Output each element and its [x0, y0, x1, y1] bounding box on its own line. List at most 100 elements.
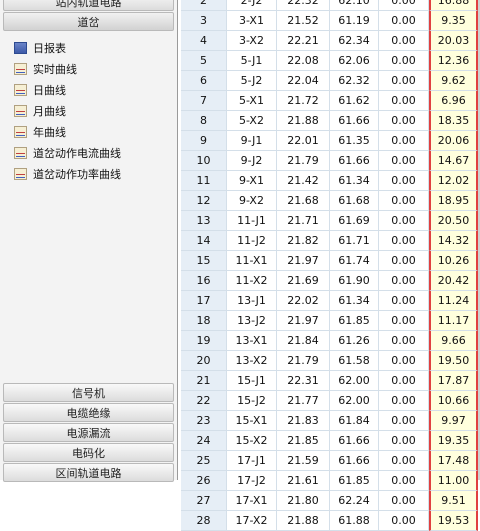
section-header-label: 区间轨道电路: [55, 467, 122, 480]
table-row[interactable]: 28 17-X2 21.88 61.88 0.00 19.53: [181, 511, 480, 531]
value-cell: 0.00: [379, 231, 429, 251]
row-number-cell: 23: [181, 411, 227, 431]
device-name-cell: 11-J2: [227, 231, 277, 251]
value-cell: 21.71: [277, 211, 330, 231]
device-name-cell: 5-X1: [227, 91, 277, 111]
value-cell: 61.35: [330, 131, 379, 151]
row-number-cell: 19: [181, 331, 227, 351]
value-cell: 0.00: [379, 91, 429, 111]
row-number-cell: 8: [181, 111, 227, 131]
table-row[interactable]: 20 13-X2 21.79 61.58 0.00 19.50: [181, 351, 480, 371]
table-row[interactable]: 15 11-X1 21.97 61.74 0.00 10.26: [181, 251, 480, 271]
device-name-cell: 13-J1: [227, 291, 277, 311]
row-number-cell: 17: [181, 291, 227, 311]
row-number-cell: 16: [181, 271, 227, 291]
value-cell: 21.77: [277, 391, 330, 411]
value-cell: 0.00: [379, 371, 429, 391]
row-number-cell: 25: [181, 451, 227, 471]
table-row[interactable]: 11 9-X1 21.42 61.34 0.00 12.02: [181, 171, 480, 191]
value-cell: 0.00: [379, 511, 429, 531]
value-cell: 62.32: [330, 71, 379, 91]
table-row[interactable]: 12 9-X2 21.68 61.68 0.00 18.95: [181, 191, 480, 211]
table-row[interactable]: 7 5-X1 21.72 61.62 0.00 6.96: [181, 91, 480, 111]
table-row[interactable]: 14 11-J2 21.82 61.71 0.00 14.32: [181, 231, 480, 251]
section-header-label: 电源漏流: [66, 427, 111, 440]
table-row[interactable]: 24 15-X2 21.85 61.66 0.00 19.35: [181, 431, 480, 451]
table-row[interactable]: 17 13-J1 22.02 61.34 0.00 11.24: [181, 291, 480, 311]
table-row[interactable]: 3 3-X1 21.52 61.19 0.00 9.35: [181, 11, 480, 31]
tree-item-label: 道岔动作功率曲线: [33, 167, 121, 181]
table-row[interactable]: 10 9-J2 21.79 61.66 0.00 14.67: [181, 151, 480, 171]
tree-item[interactable]: 年曲线: [0, 121, 177, 142]
section-header[interactable]: 电码化: [3, 443, 174, 462]
value-cell: 22.02: [277, 291, 330, 311]
value-cell: 21.82: [277, 231, 330, 251]
section-header-station-track-circuit[interactable]: 站内轨道电路: [3, 0, 174, 11]
section-header[interactable]: 区间轨道电路: [3, 463, 174, 482]
value-cell: 0.00: [379, 71, 429, 91]
value-cell: 0.00: [379, 451, 429, 471]
tree-item[interactable]: 日报表: [0, 37, 177, 58]
curve-icon: [14, 146, 27, 159]
tree-item-label: 日曲线: [33, 83, 66, 97]
value-cell: 21.97: [277, 251, 330, 271]
table-row[interactable]: 23 15-X1 21.83 61.84 0.00 9.97: [181, 411, 480, 431]
tree-item[interactable]: 道岔动作电流曲线: [0, 142, 177, 163]
tree-item[interactable]: 道岔动作功率曲线: [0, 163, 177, 184]
value-cell: 0.00: [379, 251, 429, 271]
value-cell: 21.68: [277, 191, 330, 211]
table-row[interactable]: 2 2-J2 22.32 62.10 0.00 16.88: [181, 0, 480, 11]
tree-item[interactable]: 日曲线: [0, 79, 177, 100]
highlight-value-cell: 11.00: [429, 471, 478, 491]
device-name-cell: 5-J1: [227, 51, 277, 71]
table-row[interactable]: 16 11-X2 21.69 61.90 0.00 20.42: [181, 271, 480, 291]
table-row[interactable]: 6 5-J2 22.04 62.32 0.00 9.62: [181, 71, 480, 91]
value-cell: 0.00: [379, 191, 429, 211]
device-name-cell: 17-X1: [227, 491, 277, 511]
curve-icon: [14, 125, 27, 138]
value-cell: 61.34: [330, 291, 379, 311]
table-row[interactable]: 19 13-X1 21.84 61.26 0.00 9.66: [181, 331, 480, 351]
table-row[interactable]: 4 3-X2 22.21 62.34 0.00 20.03: [181, 31, 480, 51]
tree-item[interactable]: 实时曲线: [0, 58, 177, 79]
value-cell: 21.79: [277, 151, 330, 171]
table-row[interactable]: 27 17-X1 21.80 62.24 0.00 9.51: [181, 491, 480, 511]
device-name-cell: 11-J1: [227, 211, 277, 231]
row-number-cell: 26: [181, 471, 227, 491]
highlight-value-cell: 17.48: [429, 451, 478, 471]
value-cell: 0.00: [379, 291, 429, 311]
value-cell: 21.88: [277, 111, 330, 131]
highlight-value-cell: 9.35: [429, 11, 478, 31]
table-row[interactable]: 8 5-X2 21.88 61.66 0.00 18.35: [181, 111, 480, 131]
tree-item-label: 道岔动作电流曲线: [33, 146, 121, 160]
value-cell: 61.68: [330, 191, 379, 211]
value-cell: 62.34: [330, 31, 379, 51]
section-header[interactable]: 信号机: [3, 383, 174, 402]
section-header-switch[interactable]: 道岔: [3, 12, 174, 31]
value-cell: 61.90: [330, 271, 379, 291]
table-row[interactable]: 21 15-J1 22.31 62.00 0.00 17.87: [181, 371, 480, 391]
value-cell: 21.85: [277, 431, 330, 451]
value-cell: 22.01: [277, 131, 330, 151]
highlight-value-cell: 17.87: [429, 371, 478, 391]
section-header[interactable]: 电缆绝缘: [3, 403, 174, 422]
table-row[interactable]: 9 9-J1 22.01 61.35 0.00 20.06: [181, 131, 480, 151]
value-cell: 21.79: [277, 351, 330, 371]
table-row[interactable]: 22 15-J2 21.77 62.00 0.00 10.66: [181, 391, 480, 411]
table-row[interactable]: 5 5-J1 22.08 62.06 0.00 12.36: [181, 51, 480, 71]
value-cell: 61.66: [330, 111, 379, 131]
table-row[interactable]: 18 13-J2 21.97 61.85 0.00 11.17: [181, 311, 480, 331]
value-cell: 0.00: [379, 171, 429, 191]
table-row[interactable]: 26 17-J2 21.61 61.85 0.00 11.00: [181, 471, 480, 491]
highlight-value-cell: 6.96: [429, 91, 478, 111]
data-table: 28 17-X2 21.88 61.88 0.00 19.53 27 17-X1 21.80 62…: [181, 0, 480, 531]
value-cell: 0.00: [379, 151, 429, 171]
table-row[interactable]: 13 11-J1 21.71 61.69 0.00 20.50: [181, 211, 480, 231]
table-row[interactable]: 25 17-J1 21.59 61.66 0.00 17.48: [181, 451, 480, 471]
section-header[interactable]: 电源漏流: [3, 423, 174, 442]
curve-icon: [14, 62, 27, 75]
row-number-cell: 6: [181, 71, 227, 91]
tree-item[interactable]: 月曲线: [0, 100, 177, 121]
value-cell: 61.85: [330, 471, 379, 491]
value-cell: 0.00: [379, 111, 429, 131]
